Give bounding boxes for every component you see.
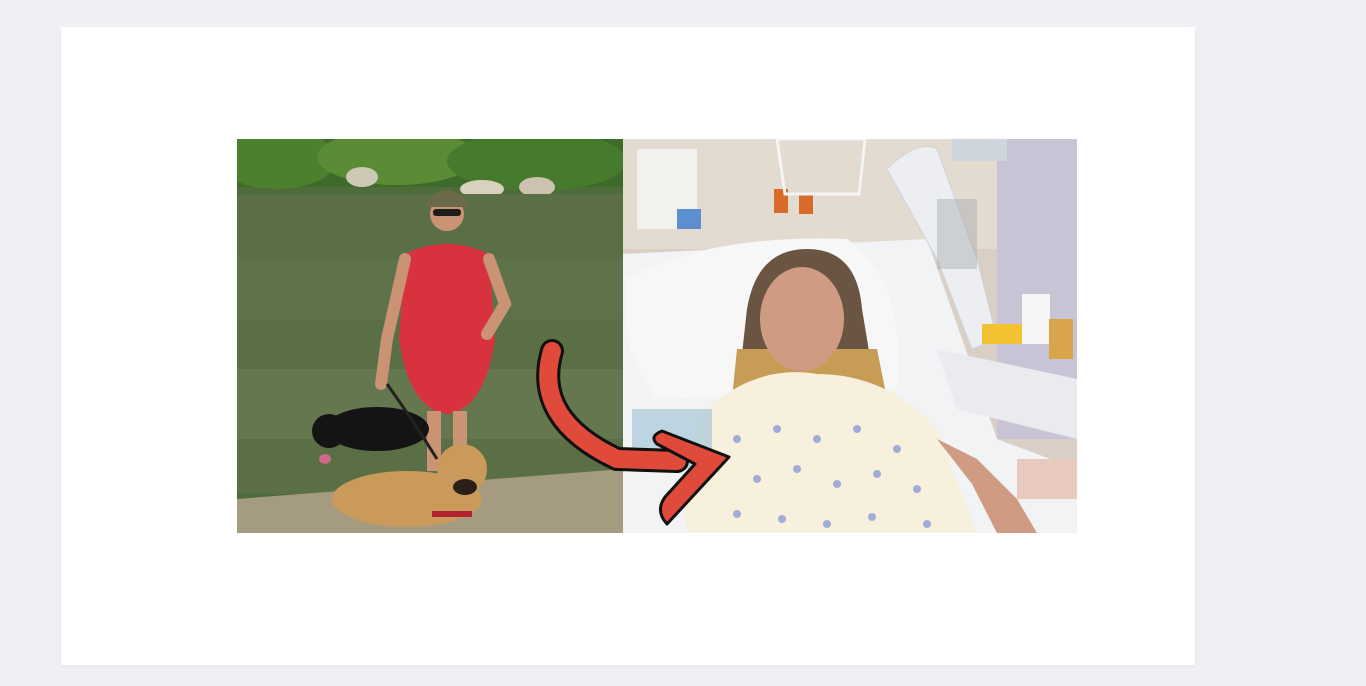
left-photo-panel [237, 139, 627, 533]
before-after-image [237, 139, 1077, 533]
